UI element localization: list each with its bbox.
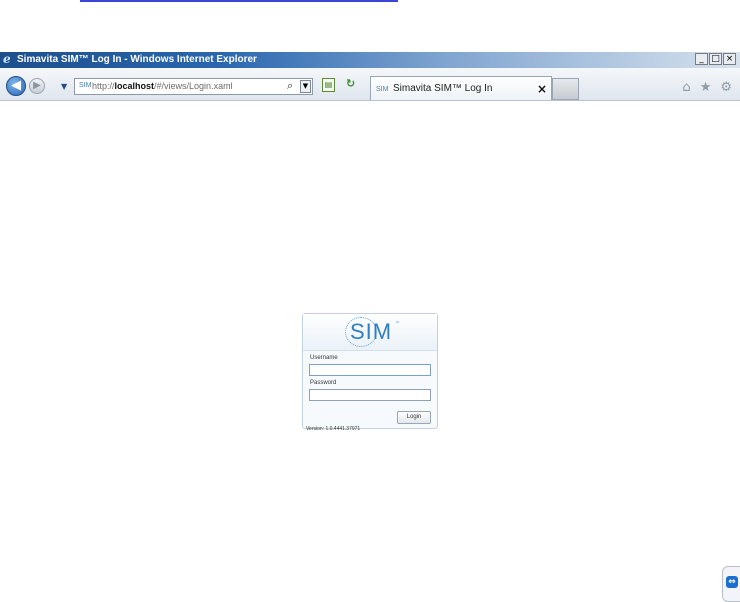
sim-logo: SIM ™ <box>345 317 400 347</box>
logo-text: SIM <box>350 319 393 344</box>
address-bar[interactable]: SIM http://localhost/#/views/Login.xaml … <box>74 78 313 95</box>
window-title: Simavita SIM™ Log In - Windows Internet … <box>17 54 257 65</box>
tab-label: Simavita SIM™ Log In <box>393 83 493 94</box>
username-field[interactable] <box>309 364 431 376</box>
password-field[interactable] <box>309 389 431 401</box>
url-path: /#/views/Login.xaml <box>154 81 233 91</box>
top-link-underline <box>80 0 398 2</box>
toolbar-right-icons: ⌂ ★ ⚙ <box>682 80 732 95</box>
url-host: localhost <box>114 81 155 91</box>
tab-simavita-login[interactable]: SIM Simavita SIM™ Log In × <box>370 76 552 100</box>
logo-trademark: ™ <box>395 321 400 327</box>
compatibility-view-icon[interactable]: ▤ <box>322 78 335 92</box>
login-button[interactable]: Login <box>397 411 431 424</box>
favorites-star-icon[interactable]: ★ <box>700 80 712 95</box>
new-tab-button[interactable] <box>552 78 579 100</box>
tab-close-icon[interactable]: × <box>537 82 547 96</box>
search-icon[interactable]: ⌕ <box>287 79 293 93</box>
title-bar: e Simavita SIM™ Log In - Windows Interne… <box>0 52 740 68</box>
url-prefix: http:// <box>92 81 115 91</box>
tools-gear-icon[interactable]: ⚙ <box>720 80 732 95</box>
teamviewer-icon: ⇔ <box>726 576 738 588</box>
username-label: Username <box>310 355 338 361</box>
login-panel: SIM ™ Username Password Login Version: 1… <box>302 313 438 432</box>
address-url[interactable]: http://localhost/#/views/Login.xaml <box>92 80 233 93</box>
teamviewer-panel-tab[interactable]: ⇔ <box>722 566 740 602</box>
site-favicon-icon: SIM <box>79 82 92 89</box>
address-dropdown-button[interactable]: ▼ <box>300 80 311 93</box>
home-icon[interactable]: ⌂ <box>682 80 690 95</box>
maximize-button[interactable]: □ <box>709 53 722 65</box>
logo-header: SIM ™ <box>303 314 437 351</box>
tab-favicon-icon: SIM <box>376 86 389 93</box>
minimize-button[interactable]: _ <box>695 53 708 65</box>
password-label: Password <box>310 380 337 386</box>
close-button[interactable]: × <box>723 53 736 65</box>
back-button[interactable]: ◀ <box>6 76 26 96</box>
window-controls: _ □ × <box>695 53 736 65</box>
refresh-icon[interactable]: ↻ <box>346 77 355 90</box>
ie-logo-icon: e <box>3 52 11 66</box>
page-content: SIM ™ Username Password Login Version: 1… <box>0 101 740 602</box>
recent-pages-dropdown[interactable]: ▼ <box>61 82 67 91</box>
forward-button[interactable]: ▶ <box>29 78 45 94</box>
browser-window: e Simavita SIM™ Log In - Windows Interne… <box>0 52 740 602</box>
navigation-bar: ◀ ▶ ▼ SIM http://localhost/#/views/Login… <box>0 68 740 101</box>
version-text: Version: 1.0.4441.37971 <box>306 426 361 432</box>
